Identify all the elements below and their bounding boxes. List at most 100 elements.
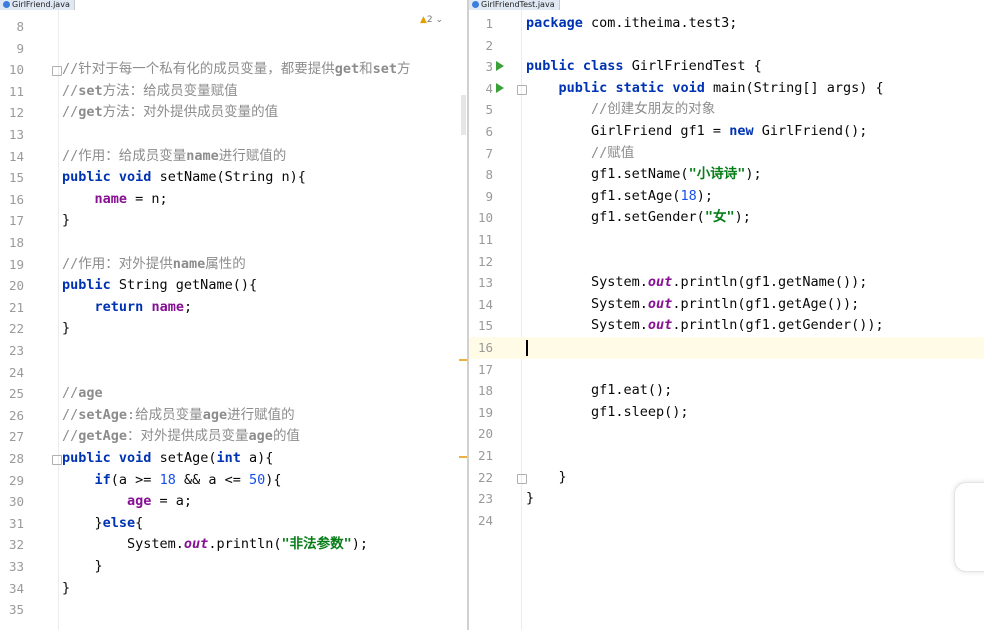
code-text[interactable]: //作用：给成员变量name进行赋值的 <box>62 146 286 168</box>
code-text[interactable]: age = a; <box>62 491 192 513</box>
code-line[interactable]: 22 } <box>469 467 984 489</box>
code-line[interactable]: 5 //创建女朋友的对象 <box>469 99 984 121</box>
code-line[interactable]: 32 System.out.println("非法参数"); <box>0 534 467 556</box>
code-text[interactable]: } <box>62 556 103 578</box>
code-line[interactable]: 7 //赋值 <box>469 143 984 165</box>
code-line[interactable]: 11 <box>469 229 984 251</box>
code-text[interactable]: public void setName(String n){ <box>62 167 306 189</box>
code-text[interactable]: }else{ <box>62 513 144 535</box>
code-text[interactable]: gf1.sleep(); <box>526 402 689 424</box>
warning-stripe[interactable] <box>459 359 467 361</box>
run-icon[interactable] <box>496 61 504 72</box>
code-text[interactable]: //setAge:给成员变量age进行赋值的 <box>62 405 295 427</box>
code-line[interactable]: 8 gf1.setName("小诗诗"); <box>469 164 984 186</box>
code-line[interactable]: 24 <box>0 362 467 384</box>
fold-marker-icon[interactable] <box>517 473 527 484</box>
code-line[interactable]: 1 package com.itheima.test3; <box>469 13 984 35</box>
code-line[interactable]: 13 System.out.println(gf1.getName()); <box>469 272 984 294</box>
code-text[interactable]: return name; <box>62 297 193 319</box>
tab-girlfriend-java[interactable]: GirlFriend.java <box>0 0 75 10</box>
code-text[interactable]: gf1.setAge(18); <box>526 186 713 208</box>
code-line[interactable]: 10 //针对于每一个私有化的成员变量，都要提供get和set方 <box>0 59 467 81</box>
code-text[interactable]: System.out.println(gf1.getGender()); <box>526 315 884 337</box>
code-line[interactable]: 16 <box>469 337 984 359</box>
fold-marker-icon[interactable] <box>517 84 527 95</box>
code-line[interactable]: 12 <box>469 251 984 273</box>
code-line[interactable]: 28 public void setAge(int a){ <box>0 448 467 470</box>
code-text[interactable]: public void setAge(int a){ <box>62 448 273 470</box>
code-text[interactable]: } <box>526 467 567 489</box>
code-line[interactable]: 9 <box>0 38 467 60</box>
code-text[interactable]: //赋值 <box>526 143 634 165</box>
code-text[interactable]: public static void main(String[] args) { <box>526 78 884 100</box>
code-line[interactable]: 25 //age <box>0 383 467 405</box>
floating-panel[interactable] <box>954 482 984 572</box>
code-line[interactable]: 14 //作用：给成员变量name进行赋值的 <box>0 146 467 168</box>
code-text[interactable]: //作用：对外提供name属性的 <box>62 254 246 276</box>
code-line[interactable]: 17 <box>469 359 984 381</box>
code-line[interactable]: 3 public class GirlFriendTest { <box>469 56 984 78</box>
code-line[interactable]: 15 public void setName(String n){ <box>0 167 467 189</box>
code-text[interactable]: } <box>526 488 534 510</box>
code-line[interactable]: 10 gf1.setGender("女"); <box>469 207 984 229</box>
code-line[interactable]: 18 <box>0 232 467 254</box>
code-text[interactable]: //set方法：给成员变量赋值 <box>62 81 238 103</box>
code-line[interactable]: 2 <box>469 35 984 57</box>
code-text[interactable]: System.out.println("非法参数"); <box>62 534 368 556</box>
code-line[interactable]: 26 //setAge:给成员变量age进行赋值的 <box>0 405 467 427</box>
fold-marker-icon[interactable] <box>52 455 62 465</box>
code-line[interactable]: 17} <box>0 210 467 232</box>
code-text[interactable]: System.out.println(gf1.getAge()); <box>526 294 859 316</box>
scrollbar-thumb[interactable] <box>461 95 466 135</box>
code-text[interactable]: gf1.eat(); <box>526 380 672 402</box>
code-line[interactable]: 15 System.out.println(gf1.getGender()); <box>469 315 984 337</box>
code-text[interactable]: public String getName(){ <box>62 275 257 297</box>
code-line[interactable]: 24 <box>469 510 984 532</box>
code-line[interactable]: 16 name = n; <box>0 189 467 211</box>
code-text[interactable]: name = n; <box>62 189 168 211</box>
fold-marker-icon[interactable] <box>52 66 62 77</box>
code-text[interactable]: } <box>62 578 70 600</box>
code-line[interactable]: 12 //get方法：对外提供成员变量的值 <box>0 102 467 124</box>
code-line[interactable]: 27 //getAge：对外提供成员变量age的值 <box>0 426 467 448</box>
code-line[interactable]: 22} <box>0 318 467 340</box>
code-line[interactable]: 35 <box>0 599 467 621</box>
code-text[interactable]: GirlFriend gf1 = new GirlFriend(); <box>526 121 867 143</box>
inspection-widget[interactable]: ▲2 ⌄ <box>420 15 443 25</box>
code-line[interactable]: 19 gf1.sleep(); <box>469 402 984 424</box>
code-text[interactable]: public class GirlFriendTest { <box>526 56 762 78</box>
code-text[interactable]: //age <box>62 383 103 405</box>
code-line[interactable]: 29 if(a >= 18 && a <= 50){ <box>0 470 467 492</box>
code-text[interactable]: //getAge：对外提供成员变量age的值 <box>62 426 300 448</box>
code-text[interactable]: System.out.println(gf1.getName()); <box>526 272 867 294</box>
code-line[interactable]: 33 } <box>0 556 467 578</box>
warning-stripe[interactable] <box>459 456 467 458</box>
code-line[interactable]: 9 gf1.setAge(18); <box>469 186 984 208</box>
code-text[interactable]: gf1.setName("小诗诗"); <box>526 164 762 186</box>
code-text[interactable]: //创建女朋友的对象 <box>526 99 715 121</box>
code-line[interactable]: 19 //作用：对外提供name属性的 <box>0 254 467 276</box>
code-text[interactable]: //get方法：对外提供成员变量的值 <box>62 102 278 124</box>
code-text[interactable]: //针对于每一个私有化的成员变量，都要提供get和set方 <box>62 59 411 81</box>
code-text[interactable]: } <box>62 210 70 232</box>
code-line[interactable]: 21 return name; <box>0 297 467 319</box>
code-line[interactable]: 31 }else{ <box>0 513 467 535</box>
code-line[interactable]: 8 <box>0 16 467 38</box>
code-line[interactable]: 30 age = a; <box>0 491 467 513</box>
code-text[interactable]: if(a >= 18 && a <= 50){ <box>62 470 282 492</box>
code-line[interactable]: 21 <box>469 445 984 467</box>
right-editor-pane[interactable]: 1 package com.itheima.test3; 2 3 public clas… <box>469 0 984 630</box>
code-line[interactable]: 18 gf1.eat(); <box>469 380 984 402</box>
code-line[interactable]: 20 <box>469 423 984 445</box>
code-line[interactable]: 4 public static void main(String[] args)… <box>469 78 984 100</box>
left-editor-pane[interactable]: 8 9 10 //针对于每一个私有化的成员变量，都要提供get和set方 11 //set… <box>0 0 467 630</box>
code-line[interactable]: 13 <box>0 124 467 146</box>
code-line[interactable]: 6 GirlFriend gf1 = new GirlFriend(); <box>469 121 984 143</box>
code-line[interactable]: 11 //set方法：给成员变量赋值 <box>0 81 467 103</box>
code-line[interactable]: 20 public String getName(){ <box>0 275 467 297</box>
run-icon[interactable] <box>496 82 504 93</box>
code-text[interactable]: package com.itheima.test3; <box>526 13 737 35</box>
code-line[interactable]: 23 <box>0 340 467 362</box>
code-text[interactable]: } <box>62 318 70 340</box>
code-line[interactable]: 14 System.out.println(gf1.getAge()); <box>469 294 984 316</box>
